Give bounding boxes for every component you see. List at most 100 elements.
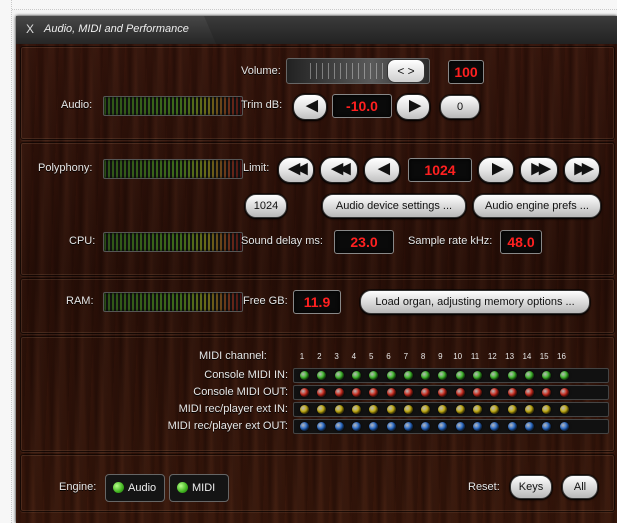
midi-channel-led[interactable]: [473, 371, 482, 380]
midi-channel-led[interactable]: [317, 422, 327, 431]
midi-channel-led[interactable]: [473, 422, 482, 431]
trim-display: -10.0: [332, 94, 392, 118]
midi-channel-led[interactable]: [369, 371, 379, 380]
close-icon[interactable]: X: [26, 22, 34, 36]
cpu-meter: [103, 232, 243, 252]
midi-channel-led[interactable]: [334, 388, 344, 397]
midi-channel-led[interactable]: [559, 371, 569, 380]
limit-forward-button[interactable]: ▶: [478, 157, 514, 183]
midi-channel-number: 10: [453, 352, 463, 361]
midi-channel-led[interactable]: [473, 405, 482, 414]
midi-channel-led[interactable]: [507, 405, 517, 414]
limit-fast-back-button[interactable]: ◀◀: [320, 157, 358, 183]
midi-channel-led[interactable]: [421, 388, 431, 397]
midi-channel-led[interactable]: [473, 388, 482, 397]
midi-channel-number: 3: [334, 352, 339, 361]
limit-display: 1024: [408, 158, 472, 182]
midi-channel-led[interactable]: [524, 388, 534, 397]
volume-slider[interactable]: < >: [286, 58, 430, 84]
midi-channel-led[interactable]: [334, 371, 344, 380]
midi-channel-number: 1: [299, 352, 305, 361]
audio-device-settings-button[interactable]: Audio device settings ...: [322, 194, 466, 218]
midi-channel-led[interactable]: [334, 405, 344, 414]
midi-channel-led[interactable]: [300, 388, 309, 397]
midi-channel-number: 7: [403, 352, 409, 361]
limit-fast-forward-button[interactable]: ▶▶: [520, 157, 558, 183]
midi-channel-led[interactable]: [317, 388, 327, 397]
midi-channel-led[interactable]: [317, 405, 327, 414]
midi-channel-led[interactable]: [455, 405, 465, 414]
engine-audio-button[interactable]: Audio: [105, 474, 165, 502]
engine-midi-button[interactable]: MIDI: [169, 474, 229, 502]
midi-row-label: MIDI rec/player ext IN:: [178, 403, 288, 415]
midi-channel-led[interactable]: [351, 371, 361, 380]
midi-channel-led[interactable]: [542, 371, 552, 380]
midi-channel-led[interactable]: [421, 371, 431, 380]
midi-channel-led[interactable]: [490, 405, 500, 414]
midi-channel-led[interactable]: [369, 388, 379, 397]
midi-channel-led[interactable]: [334, 422, 344, 431]
volume-slider-knob[interactable]: < >: [387, 59, 425, 83]
midi-channel-led[interactable]: [386, 388, 396, 397]
midi-channel-led[interactable]: [455, 422, 465, 431]
load-organ-button[interactable]: Load organ, adjusting memory options ...: [360, 290, 590, 314]
trim-reset-button[interactable]: 0: [440, 95, 480, 119]
cpu-label: CPU:: [69, 235, 96, 247]
audio-led-icon: [113, 481, 124, 493]
midi-channel-led[interactable]: [403, 405, 413, 414]
midi-channel-led[interactable]: [455, 388, 465, 397]
midi-channel-led[interactable]: [438, 405, 448, 414]
midi-channel-led[interactable]: [403, 388, 413, 397]
reset-all-button[interactable]: All: [562, 475, 598, 499]
midi-channel-led[interactable]: [542, 405, 552, 414]
volume-display: 100: [448, 60, 484, 84]
midi-channel-led[interactable]: [369, 405, 379, 414]
midi-channel-led[interactable]: [455, 371, 465, 380]
midi-channel-led[interactable]: [524, 405, 534, 414]
midi-channel-led[interactable]: [386, 422, 396, 431]
trim-decrease-button[interactable]: ◀: [293, 94, 327, 120]
midi-channel-led[interactable]: [351, 405, 361, 414]
free-gb-label: Free GB:: [243, 295, 288, 307]
midi-channel-led[interactable]: [300, 371, 309, 380]
midi-channel-led[interactable]: [438, 422, 448, 431]
midi-channel-led[interactable]: [351, 422, 361, 431]
midi-channel-led[interactable]: [317, 371, 327, 380]
midi-channel-led[interactable]: [403, 422, 413, 431]
midi-channel-led[interactable]: [300, 405, 309, 414]
midi-channel-led[interactable]: [507, 422, 517, 431]
midi-channel-led[interactable]: [351, 388, 361, 397]
midi-channel-led[interactable]: [369, 422, 379, 431]
midi-channel-led[interactable]: [386, 405, 396, 414]
reset-keys-button[interactable]: Keys: [510, 475, 552, 499]
midi-channel-led[interactable]: [559, 388, 569, 397]
midi-channel-led[interactable]: [524, 422, 534, 431]
audio-engine-prefs-button[interactable]: Audio engine prefs ...: [473, 194, 601, 218]
midi-channel-led[interactable]: [490, 371, 500, 380]
midi-channel-led[interactable]: [542, 422, 552, 431]
midi-channel-led[interactable]: [421, 422, 431, 431]
midi-channel-led[interactable]: [403, 371, 413, 380]
midi-channel-led[interactable]: [438, 371, 448, 380]
polyphony-meter: [103, 159, 243, 179]
midi-channel-led[interactable]: [507, 388, 517, 397]
midi-channel-led[interactable]: [490, 422, 500, 431]
midi-channel-led[interactable]: [524, 371, 534, 380]
limit-first-button[interactable]: ◀◀: [278, 157, 314, 183]
engine-audio-label: Audio: [128, 482, 157, 494]
midi-channel-led[interactable]: [421, 405, 431, 414]
midi-channel-led[interactable]: [507, 371, 517, 380]
midi-channel-led[interactable]: [300, 422, 309, 431]
trim-increase-button[interactable]: ▶: [396, 94, 430, 120]
midi-channel-led[interactable]: [542, 388, 552, 397]
midi-channel-led[interactable]: [490, 388, 500, 397]
limit-last-button[interactable]: ▶▶: [564, 157, 600, 183]
midi-channel-led[interactable]: [559, 405, 569, 414]
limit-back-button[interactable]: ◀: [364, 157, 400, 183]
midi-channel-led[interactable]: [438, 388, 448, 397]
midi-channel-led[interactable]: [559, 422, 569, 431]
polyphony-preset-button[interactable]: 1024: [245, 194, 287, 218]
midi-channel-led[interactable]: [386, 371, 396, 380]
ram-label: RAM:: [66, 295, 94, 307]
audio-label: Audio:: [61, 99, 93, 111]
